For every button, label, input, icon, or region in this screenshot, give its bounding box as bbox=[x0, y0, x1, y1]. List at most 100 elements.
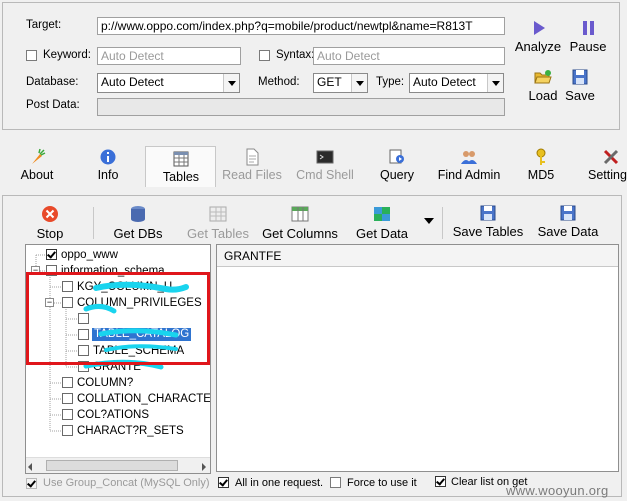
tab-query-label: Query bbox=[379, 168, 415, 182]
tab-info-label: Info bbox=[97, 168, 119, 182]
tab-setting[interactable]: Setting bbox=[588, 148, 627, 182]
pause-icon bbox=[583, 21, 594, 35]
get-columns-label: Get Columns bbox=[262, 226, 338, 241]
all-in-one-label: All in one request. bbox=[235, 477, 324, 489]
force-checkbox[interactable] bbox=[330, 477, 341, 488]
save-data-label: Save Data bbox=[537, 224, 599, 239]
terminal-icon bbox=[316, 150, 334, 164]
stop-button[interactable]: Stop bbox=[30, 205, 70, 241]
key-icon bbox=[536, 148, 546, 165]
get-dbs-label: Get DBs bbox=[113, 226, 163, 241]
tab-md5[interactable]: MD5 bbox=[522, 148, 560, 182]
pause-button[interactable]: Pause bbox=[568, 20, 608, 54]
save-data-button[interactable]: Save Data bbox=[536, 205, 600, 239]
save-button[interactable]: Save bbox=[563, 69, 597, 103]
tab-find-admin-label: Find Admin bbox=[437, 168, 501, 182]
grid-column-header[interactable]: GRANTFE bbox=[224, 249, 281, 263]
method-select-value: GET bbox=[317, 75, 342, 89]
tab-tables-label: Tables bbox=[162, 170, 200, 184]
data-grid-icon bbox=[374, 207, 390, 221]
columns-icon bbox=[291, 206, 309, 222]
table-icon bbox=[209, 206, 227, 222]
info-icon bbox=[100, 149, 116, 165]
scroll-thumb[interactable] bbox=[46, 460, 178, 471]
tab-find-admin[interactable]: Find Admin bbox=[432, 148, 506, 182]
load-label: Load bbox=[528, 88, 558, 103]
load-button[interactable]: Load bbox=[524, 69, 562, 103]
tab-read-files[interactable]: Read Files bbox=[221, 148, 283, 182]
carrot-icon bbox=[32, 148, 46, 164]
chevron-down-icon[interactable] bbox=[351, 74, 367, 92]
toolbar-divider bbox=[93, 207, 94, 239]
chevron-down-icon[interactable] bbox=[223, 74, 239, 92]
red-highlight-annotation bbox=[26, 272, 210, 365]
target-label: Target: bbox=[26, 19, 62, 31]
tab-about[interactable]: About bbox=[13, 148, 61, 182]
tools-icon bbox=[603, 149, 619, 165]
file-icon bbox=[246, 148, 259, 166]
postdata-field[interactable] bbox=[97, 98, 505, 116]
scroll-left-icon[interactable] bbox=[28, 463, 32, 471]
tab-tables[interactable]: Tables bbox=[152, 150, 210, 184]
group-concat-label: Use Group_Concat (MySQL Only) bbox=[43, 477, 210, 489]
syntax-checkbox[interactable] bbox=[259, 50, 270, 61]
results-grid[interactable]: GRANTFE bbox=[216, 244, 619, 472]
tab-md5-label: MD5 bbox=[527, 168, 555, 182]
target-url-field[interactable]: p://www.oppo.com/index.php?q=mobile/prod… bbox=[97, 17, 505, 35]
database-select[interactable]: Auto Detect bbox=[97, 73, 240, 93]
get-tables-button[interactable]: Get Tables bbox=[186, 205, 250, 241]
type-select[interactable]: Auto Detect bbox=[409, 73, 504, 93]
clear-list-checkbox[interactable] bbox=[435, 476, 446, 487]
database-label: Database: bbox=[26, 76, 79, 88]
pause-label: Pause bbox=[569, 39, 607, 54]
get-dbs-button[interactable]: Get DBs bbox=[112, 205, 164, 241]
save-tables-label: Save Tables bbox=[452, 224, 524, 239]
get-columns-button[interactable]: Get Columns bbox=[260, 205, 340, 241]
group-concat-checkbox[interactable] bbox=[26, 478, 37, 489]
tab-cmd-shell-label: Cmd Shell bbox=[296, 168, 354, 182]
type-select-value: Auto Detect bbox=[413, 75, 476, 89]
keyword-field[interactable]: Auto Detect bbox=[97, 47, 241, 65]
table-icon bbox=[173, 151, 189, 167]
chevron-down-icon[interactable] bbox=[487, 74, 503, 92]
all-in-one-checkbox[interactable] bbox=[218, 477, 229, 488]
get-data-label: Get Data bbox=[355, 226, 409, 241]
syntax-field[interactable]: Auto Detect bbox=[313, 47, 505, 65]
method-label: Method: bbox=[258, 76, 300, 88]
tab-query[interactable]: Query bbox=[375, 148, 419, 182]
scroll-right-icon[interactable] bbox=[202, 463, 206, 471]
floppy-disk-icon bbox=[560, 205, 576, 221]
database-select-value: Auto Detect bbox=[101, 75, 164, 89]
database-icon bbox=[131, 206, 145, 222]
toolbar-divider bbox=[442, 207, 443, 239]
analyze-label: Analyze bbox=[514, 39, 562, 54]
syntax-label: Syntax: bbox=[276, 49, 315, 61]
get-data-dropdown-icon[interactable] bbox=[424, 218, 434, 224]
tab-setting-label: Setting bbox=[588, 168, 627, 182]
keyword-label: Keyword: bbox=[43, 49, 91, 61]
tree-horizontal-scrollbar[interactable] bbox=[26, 457, 210, 473]
analyze-button[interactable]: Analyze bbox=[514, 20, 562, 54]
stop-icon bbox=[42, 206, 58, 222]
tab-info[interactable]: Info bbox=[88, 148, 128, 182]
folder-open-icon bbox=[534, 70, 552, 84]
tab-cmd-shell[interactable]: Cmd Shell bbox=[293, 148, 357, 182]
save-label: Save bbox=[565, 88, 595, 103]
save-tables-button[interactable]: Save Tables bbox=[451, 205, 525, 239]
force-label: Force to use it bbox=[347, 477, 417, 489]
tab-read-files-label: Read Files bbox=[222, 168, 282, 182]
tab-about-label: About bbox=[20, 168, 54, 182]
query-icon bbox=[389, 149, 404, 164]
get-data-button[interactable]: Get Data bbox=[352, 205, 412, 241]
grid-header-row: GRANTFE bbox=[217, 245, 618, 267]
get-tables-label: Get Tables bbox=[187, 226, 249, 241]
method-select[interactable]: GET bbox=[313, 73, 368, 93]
floppy-disk-icon bbox=[480, 205, 496, 221]
users-icon bbox=[461, 151, 477, 164]
play-icon bbox=[534, 21, 545, 35]
type-label: Type: bbox=[376, 76, 405, 88]
stop-label: Stop bbox=[36, 226, 64, 241]
floppy-disk-icon bbox=[572, 69, 588, 85]
keyword-checkbox[interactable] bbox=[26, 50, 37, 61]
watermark: www.wooyun.org bbox=[506, 483, 609, 498]
